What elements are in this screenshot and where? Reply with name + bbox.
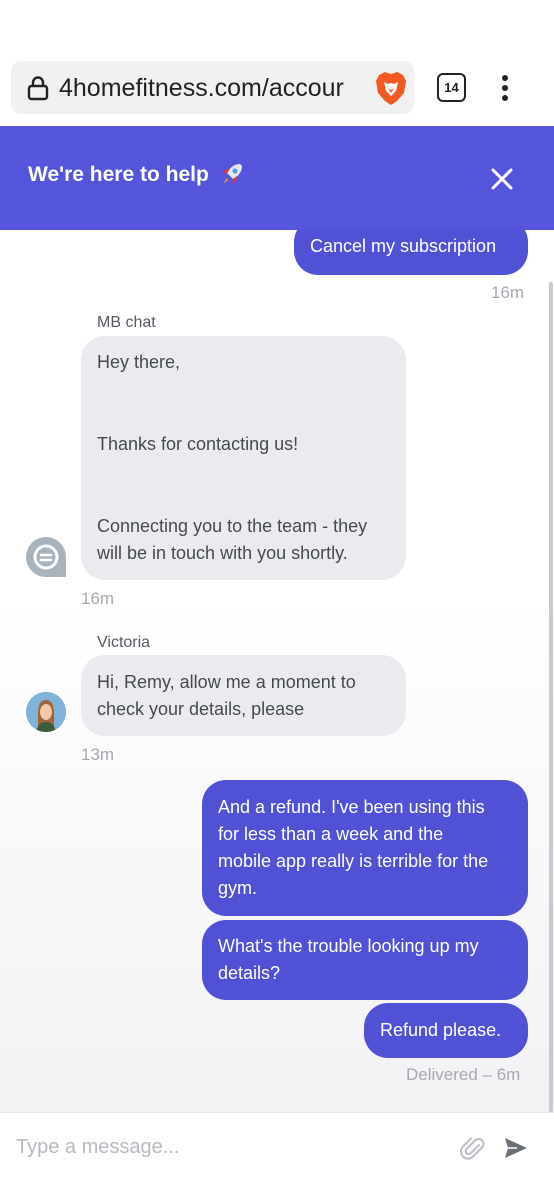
- browser-toolbar: 4homefitness.com/accour 14: [0, 0, 554, 126]
- browser-menu-icon[interactable]: [494, 74, 516, 102]
- close-icon[interactable]: [488, 165, 516, 193]
- message-text: Hi, Remy, allow me a moment to: [97, 672, 356, 692]
- chat-title: We're here to help: [28, 163, 209, 186]
- message-text: gym.: [218, 878, 258, 898]
- url-text: 4homefitness.com/accour: [59, 74, 344, 102]
- message-composer: [0, 1112, 554, 1182]
- scrollbar[interactable]: [549, 282, 553, 1112]
- message-sender: MB chat: [97, 314, 156, 331]
- message-text: Refund please.: [380, 1020, 502, 1040]
- message-sender: Victoria: [97, 634, 151, 651]
- message-bubble-outgoing: Refund please.: [364, 1003, 528, 1058]
- message-text: check your details, please: [97, 699, 305, 719]
- message-timestamp: 16m: [491, 283, 525, 302]
- chat-header: We're here to help: [0, 126, 554, 230]
- message-timestamp: 13m: [81, 745, 115, 764]
- chat-widget: Cancel my subscription 16m MB chat Hey t…: [0, 126, 554, 1182]
- message-text: will be in touch with you shortly.: [97, 543, 348, 563]
- chat-bot-icon: [33, 544, 59, 570]
- message-text: Hey there,: [97, 352, 181, 372]
- bot-avatar: [26, 537, 66, 577]
- message-bubble-incoming: Hi, Remy, allow me a moment to check you…: [81, 655, 406, 736]
- message-text: for less than a week and the: [218, 824, 444, 844]
- brave-browser-icon[interactable]: [373, 69, 409, 107]
- message-text: What's the trouble looking up my: [218, 936, 479, 956]
- message-text: details?: [218, 963, 281, 983]
- message-text: Cancel my subscription: [310, 236, 497, 256]
- message-bubble-incoming: Hey there, Thanks for contacting us! Con…: [81, 336, 406, 580]
- message-bubble-outgoing: What's the trouble looking up my details…: [202, 920, 528, 1000]
- message-text: mobile app really is terrible for the: [218, 851, 489, 871]
- agent-avatar: [26, 692, 66, 732]
- lock-icon: [27, 76, 49, 101]
- system-nav-area: [0, 1182, 554, 1200]
- rocket-icon: [222, 164, 242, 184]
- message-text: Thanks for contacting us!: [97, 434, 299, 454]
- tab-switcher-button[interactable]: 14: [437, 73, 466, 102]
- address-bar[interactable]: 4homefitness.com/accour: [11, 61, 414, 114]
- delivery-status: Delivered – 6m: [406, 1065, 521, 1084]
- message-text: And a refund. I've been using this: [218, 797, 485, 817]
- message-input[interactable]: [16, 1129, 436, 1165]
- send-icon[interactable]: [503, 1135, 529, 1161]
- message-text: Connecting you to the team - they: [97, 516, 368, 536]
- person-avatar-icon: [26, 692, 66, 732]
- message-bubble-outgoing: And a refund. I've been using this for l…: [202, 780, 528, 916]
- tab-count: 14: [444, 80, 459, 95]
- attachment-icon[interactable]: [460, 1134, 486, 1162]
- message-timestamp: 16m: [81, 589, 115, 608]
